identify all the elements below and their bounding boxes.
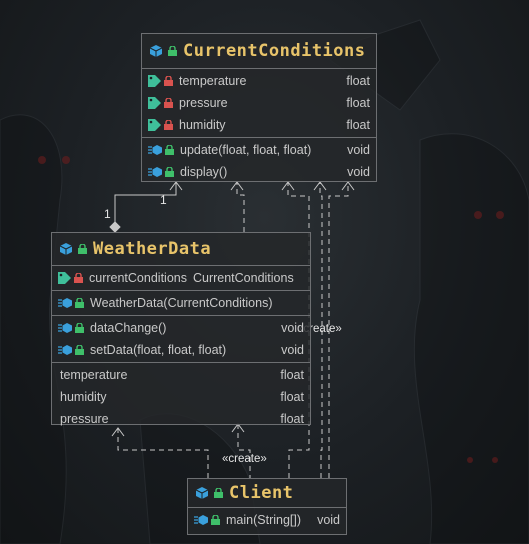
method-type: void bbox=[281, 321, 304, 335]
field-type: float bbox=[346, 118, 370, 132]
field-name: humidity bbox=[179, 118, 226, 132]
class-title: Client bbox=[229, 483, 294, 503]
private-lock-icon bbox=[164, 76, 173, 86]
class-current-conditions[interactable]: CurrentConditions temperature float pres… bbox=[141, 33, 377, 182]
method-type: void bbox=[281, 343, 304, 357]
field-row[interactable]: humidity float bbox=[142, 114, 376, 136]
class-icon bbox=[150, 45, 162, 57]
lock-icon bbox=[75, 298, 84, 308]
property-name: pressure bbox=[60, 412, 109, 426]
property-type: float bbox=[280, 368, 304, 382]
property-type: float bbox=[280, 390, 304, 404]
lock-icon bbox=[165, 145, 174, 155]
methods-section: dataChange() void setData(float, float, … bbox=[52, 316, 310, 363]
class-icon bbox=[196, 487, 208, 499]
multiplicity-target: 1 bbox=[160, 193, 167, 207]
method-type: void bbox=[317, 513, 340, 527]
fields-section: temperature float pressure float humidit… bbox=[142, 69, 376, 138]
method-row[interactable]: dataChange() void bbox=[52, 317, 310, 339]
lock-icon bbox=[168, 46, 177, 56]
method-name: main(String[]) bbox=[226, 513, 302, 527]
method-name: setData(float, float, float) bbox=[90, 343, 227, 357]
field-type: float bbox=[346, 96, 370, 110]
lock-icon bbox=[75, 323, 84, 333]
method-name: update(float, float, float) bbox=[180, 143, 312, 157]
methods-section: main(String[]) void bbox=[188, 508, 346, 532]
dependency-edge-weatherdata bbox=[236, 182, 245, 232]
lock-icon bbox=[211, 515, 220, 525]
method-icon bbox=[148, 144, 162, 156]
lock-icon bbox=[75, 345, 84, 355]
class-title: WeatherData bbox=[93, 239, 212, 259]
class-title: CurrentConditions bbox=[183, 41, 366, 61]
class-header: WeatherData bbox=[52, 233, 310, 266]
method-row[interactable]: display() void bbox=[142, 161, 376, 183]
composition-diamond bbox=[109, 221, 121, 233]
private-lock-icon bbox=[164, 120, 173, 130]
field-icon bbox=[148, 75, 161, 87]
method-type: void bbox=[347, 143, 370, 157]
create-label-bottom: «create» bbox=[222, 453, 267, 465]
method-row[interactable]: update(float, float, float) void bbox=[142, 139, 376, 161]
property-name: humidity bbox=[60, 390, 107, 404]
field-type: CurrentConditions bbox=[192, 271, 294, 285]
method-icon bbox=[58, 322, 72, 334]
field-row[interactable]: pressure float bbox=[142, 92, 376, 114]
method-icon bbox=[148, 166, 162, 178]
create-edge-client-weatherdata-2 bbox=[237, 424, 251, 478]
constructors-section: WeatherData(CurrentConditions) bbox=[52, 291, 310, 316]
field-icon bbox=[148, 119, 161, 131]
method-type: void bbox=[347, 165, 370, 179]
class-client[interactable]: Client main(String[]) void bbox=[187, 478, 347, 535]
private-lock-icon bbox=[164, 98, 173, 108]
class-weather-data[interactable]: WeatherData currentConditions CurrentCon… bbox=[51, 232, 311, 426]
method-icon bbox=[58, 344, 72, 356]
constructor-row[interactable]: WeatherData(CurrentConditions) bbox=[52, 292, 310, 314]
class-header: CurrentConditions bbox=[142, 34, 376, 69]
property-row[interactable]: temperature float bbox=[52, 364, 310, 386]
property-row[interactable]: pressure float bbox=[52, 408, 310, 430]
lock-icon bbox=[165, 167, 174, 177]
field-type: float bbox=[346, 74, 370, 88]
field-name: pressure bbox=[179, 96, 228, 110]
methods-section: update(float, float, float) void display… bbox=[142, 138, 376, 184]
field-name: temperature bbox=[179, 74, 247, 88]
field-icon bbox=[58, 272, 71, 284]
property-name: temperature bbox=[60, 368, 128, 382]
field-row[interactable]: currentConditions CurrentConditions bbox=[52, 267, 310, 289]
constructor-icon bbox=[58, 297, 72, 309]
method-name: dataChange() bbox=[90, 321, 167, 335]
method-icon bbox=[194, 514, 208, 526]
lock-icon bbox=[214, 488, 223, 498]
class-icon bbox=[60, 243, 72, 255]
method-name: display() bbox=[180, 165, 228, 179]
constructor-name: WeatherData(CurrentConditions) bbox=[90, 296, 273, 310]
lock-icon bbox=[78, 244, 87, 254]
create-edge-client-weatherdata bbox=[117, 428, 209, 478]
method-row[interactable]: setData(float, float, float) void bbox=[52, 339, 310, 361]
private-lock-icon bbox=[74, 273, 83, 283]
properties-section: temperature float humidity float pressur… bbox=[52, 363, 310, 431]
class-header: Client bbox=[188, 479, 346, 508]
field-icon bbox=[148, 97, 161, 109]
method-row[interactable]: main(String[]) void bbox=[188, 509, 346, 531]
property-type: float bbox=[280, 412, 304, 426]
multiplicity-source: 1 bbox=[104, 207, 111, 221]
fields-section: currentConditions CurrentConditions bbox=[52, 266, 310, 291]
field-row[interactable]: temperature float bbox=[142, 70, 376, 92]
property-row[interactable]: humidity float bbox=[52, 386, 310, 408]
field-name: currentConditions bbox=[89, 271, 187, 285]
